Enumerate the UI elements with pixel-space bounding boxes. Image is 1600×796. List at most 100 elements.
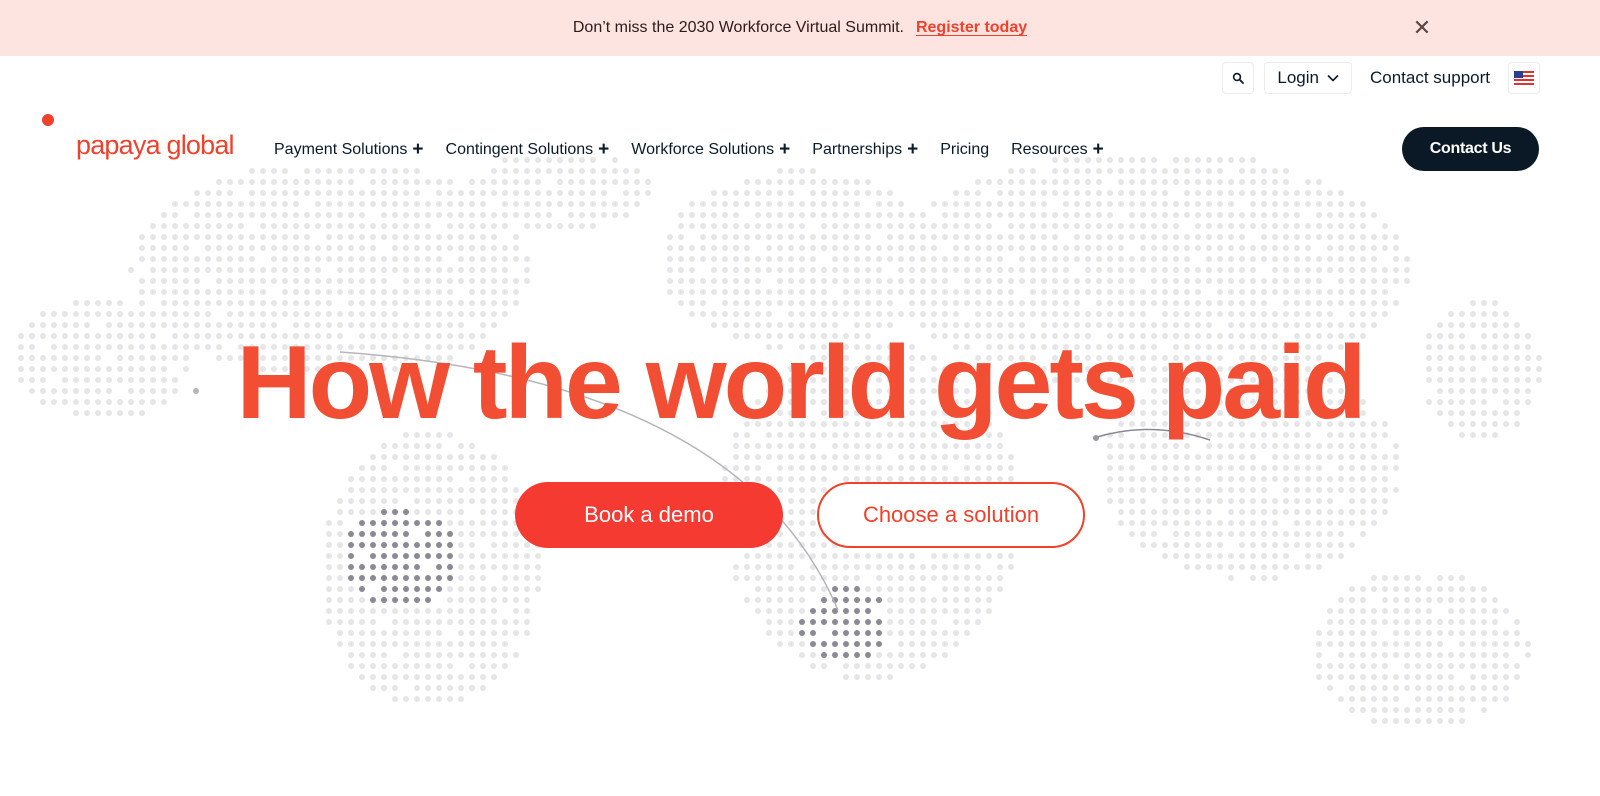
map-dot (414, 553, 420, 559)
language-selector[interactable] (1508, 62, 1540, 94)
choose-solution-button[interactable]: Choose a solution (817, 482, 1085, 548)
map-dot (1349, 443, 1355, 449)
map-dot (502, 553, 508, 559)
map-dot (370, 553, 376, 559)
map-dot (1415, 586, 1421, 592)
map-dot (865, 597, 871, 603)
map-dot (964, 201, 970, 207)
map-dot (865, 256, 871, 262)
map-dot (1481, 663, 1487, 669)
map-dot (777, 465, 783, 471)
map-dot (1283, 168, 1289, 174)
map-dot (744, 278, 750, 284)
map-dot (249, 234, 255, 240)
map-dot (194, 190, 200, 196)
map-dot (810, 267, 816, 273)
map-dot (1085, 245, 1091, 251)
map-dot (458, 245, 464, 251)
nav-payment-solutions[interactable]: Payment Solutions + (274, 140, 424, 159)
map-dot (1019, 311, 1025, 317)
map-dot (832, 564, 838, 570)
map-dot (865, 619, 871, 625)
map-dot (1261, 300, 1267, 306)
map-dot (1162, 465, 1168, 471)
map-dot (810, 168, 816, 174)
map-dot (623, 179, 629, 185)
nav-contingent-solutions[interactable]: Contingent Solutions + (446, 140, 610, 159)
map-dot (777, 267, 783, 273)
map-dot (1338, 278, 1344, 284)
map-dot (161, 245, 167, 251)
plus-icon: + (1092, 139, 1104, 160)
contact-us-button[interactable]: Contact Us (1402, 127, 1539, 171)
map-dot (722, 300, 728, 306)
map-dot (1261, 212, 1267, 218)
map-dot (502, 465, 508, 471)
main-nav: Payment Solutions + Contingent Solutions… (274, 136, 1104, 164)
map-dot (1272, 564, 1278, 570)
map-dot (1085, 223, 1091, 229)
map-dot (238, 300, 244, 306)
papaya-global-logo[interactable]: papaya global (76, 130, 235, 161)
map-dot (469, 553, 475, 559)
map-dot (689, 267, 695, 273)
map-dot (931, 278, 937, 284)
map-dot (942, 641, 948, 647)
nav-workforce-solutions[interactable]: Workforce Solutions + (631, 140, 790, 159)
map-dot (843, 619, 849, 625)
map-dot (249, 190, 255, 196)
map-dot (370, 190, 376, 196)
map-dot (579, 201, 585, 207)
login-dropdown[interactable]: Login (1264, 62, 1352, 94)
map-dot (1140, 179, 1146, 185)
map-dot (392, 608, 398, 614)
nav-resources[interactable]: Resources + (1011, 139, 1104, 160)
map-dot (392, 553, 398, 559)
map-dot (557, 223, 563, 229)
map-dot (1360, 674, 1366, 680)
map-dot (887, 652, 893, 658)
map-dot (920, 454, 926, 460)
map-dot (975, 289, 981, 295)
register-link[interactable]: Register today (916, 19, 1027, 37)
map-dot (260, 267, 266, 273)
close-icon[interactable]: ✕ (1412, 17, 1432, 39)
map-dot (1118, 201, 1124, 207)
nav-partnerships[interactable]: Partnerships + (812, 140, 918, 159)
map-dot (1525, 641, 1531, 647)
map-dot (1514, 619, 1520, 625)
map-dot (964, 278, 970, 284)
map-dot (865, 630, 871, 636)
contact-support-link[interactable]: Contact support (1362, 68, 1498, 88)
map-dot (139, 311, 145, 317)
map-dot (403, 663, 409, 669)
map-dot (1415, 663, 1421, 669)
search-button[interactable] (1222, 62, 1255, 94)
map-dot (579, 190, 585, 196)
map-dot (1206, 201, 1212, 207)
map-dot (843, 608, 849, 614)
map-dot (260, 245, 266, 251)
map-dot (755, 465, 761, 471)
map-dot (986, 300, 992, 306)
map-dot (414, 267, 420, 273)
map-dot (1261, 201, 1267, 207)
map-dot (678, 223, 684, 229)
map-dot (271, 245, 277, 251)
map-dot (1360, 212, 1366, 218)
map-dot (777, 201, 783, 207)
map-dot (766, 619, 772, 625)
map-dot (436, 300, 442, 306)
map-dot (887, 234, 893, 240)
map-dot (1239, 179, 1245, 185)
map-dot (348, 256, 354, 262)
nav-pricing[interactable]: Pricing (940, 141, 989, 159)
map-dot (392, 564, 398, 570)
map-dot (227, 223, 233, 229)
map-dot (623, 212, 629, 218)
map-dot (480, 465, 486, 471)
map-dot (1107, 223, 1113, 229)
map-dot (436, 619, 442, 625)
map-dot (106, 311, 112, 317)
book-demo-button[interactable]: Book a demo (515, 482, 783, 548)
